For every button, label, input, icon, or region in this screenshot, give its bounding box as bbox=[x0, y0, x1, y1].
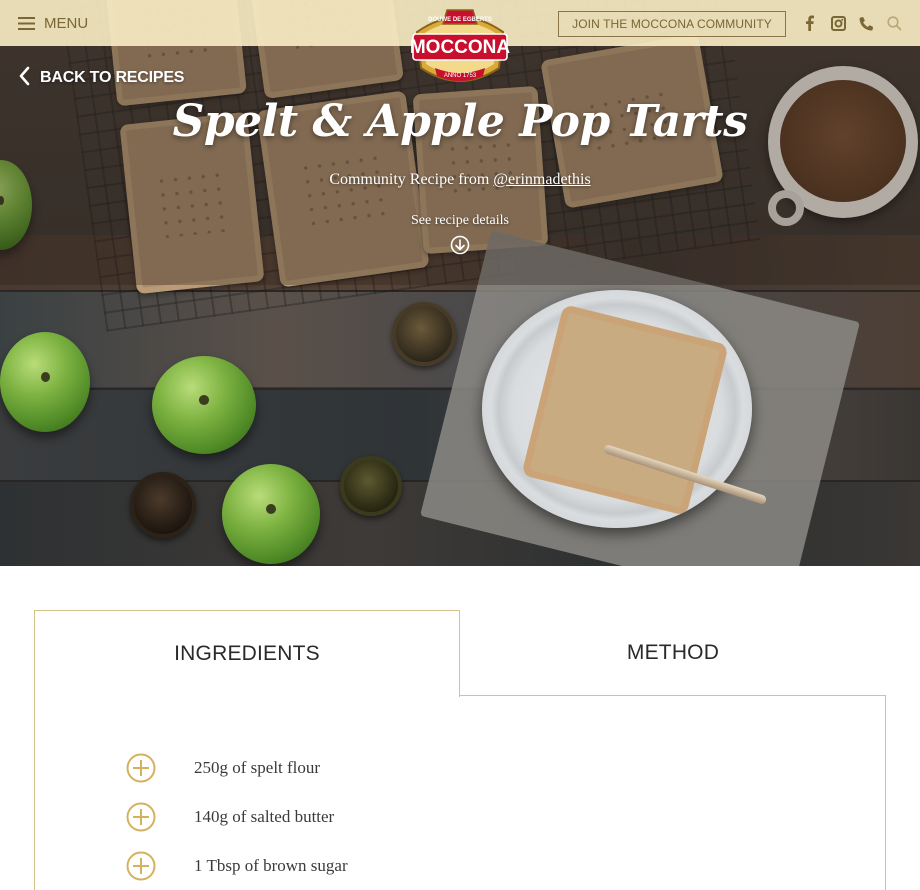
add-circle-icon[interactable] bbox=[126, 851, 156, 881]
green-apple bbox=[0, 332, 90, 432]
logo-brand: MOCCONA bbox=[410, 37, 511, 58]
ingredient-text: 1 Tbsp of brown sugar bbox=[194, 856, 348, 875]
green-apple bbox=[152, 356, 256, 454]
coffee-capsule bbox=[340, 456, 402, 516]
ingredient-text: 250g of spelt flour bbox=[194, 758, 321, 777]
ingredient-item: 1 Tbsp of brown sugar bbox=[126, 850, 626, 882]
chevron-left-icon bbox=[18, 66, 30, 91]
search-icon[interactable] bbox=[885, 13, 903, 33]
community-credit: Community Recipe from @erinmadethis bbox=[0, 171, 920, 189]
moccona-logo[interactable]: MOCCONA DOUWE DE EGBERTS ANNO 1753 bbox=[407, 4, 513, 88]
green-apple bbox=[222, 464, 320, 564]
hamburger-icon bbox=[18, 16, 35, 30]
recipe-tabs: INGREDIENTS METHOD 250g of spelt flour 1… bbox=[34, 610, 886, 890]
facebook-icon[interactable] bbox=[803, 13, 815, 33]
community-prefix: Community Recipe from bbox=[329, 171, 494, 188]
see-recipe-details-link[interactable]: See recipe details bbox=[380, 213, 540, 229]
join-community-button[interactable]: JOIN THE MOCCONA COMMUNITY bbox=[558, 11, 786, 37]
recipe-title: Spelt & Apple Pop Tarts bbox=[172, 96, 748, 147]
back-to-recipes-link[interactable]: BACK TO RECIPES bbox=[18, 66, 184, 90]
menu-label: MENU bbox=[44, 14, 89, 32]
community-author-link[interactable]: @erinmadethis bbox=[493, 171, 590, 188]
tab-ingredients[interactable]: INGREDIENTS bbox=[34, 610, 460, 697]
add-circle-icon[interactable] bbox=[126, 802, 156, 832]
back-to-recipes-label: BACK TO RECIPES bbox=[40, 69, 185, 86]
instagram-icon[interactable] bbox=[829, 13, 847, 33]
tab-method[interactable]: METHOD bbox=[460, 610, 886, 696]
menu-button[interactable]: MENU bbox=[18, 11, 88, 35]
logo-top-text: DOUWE DE EGBERTS bbox=[428, 17, 492, 23]
add-circle-icon[interactable] bbox=[126, 753, 156, 783]
phone-icon[interactable] bbox=[857, 13, 875, 33]
logo-bottom-text: ANNO 1753 bbox=[444, 73, 477, 79]
ingredient-text: 140g of salted butter bbox=[194, 807, 335, 826]
ingredient-item: 140g of salted butter bbox=[126, 801, 626, 833]
coffee-capsule bbox=[392, 302, 456, 366]
ingredient-item: 250g of spelt flour bbox=[126, 752, 626, 784]
arrow-down-circle-icon[interactable] bbox=[450, 235, 470, 255]
coffee-capsule bbox=[130, 472, 196, 538]
